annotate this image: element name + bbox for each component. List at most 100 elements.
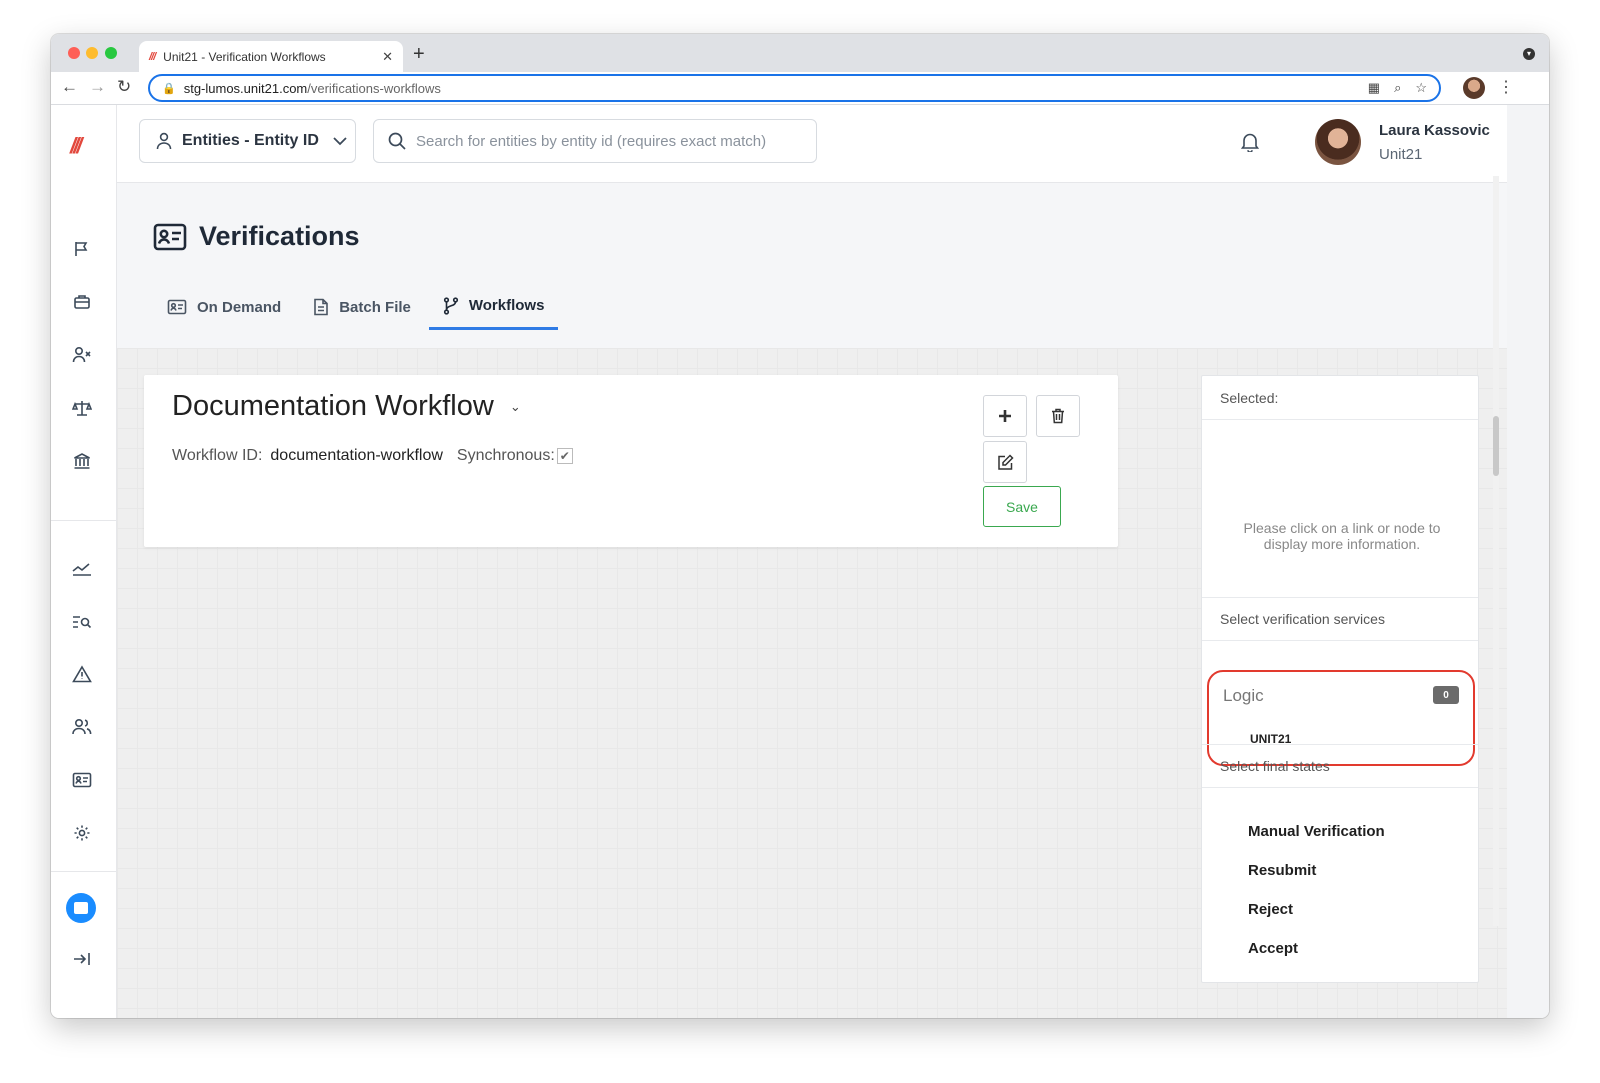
scale-icon[interactable] xyxy=(70,396,94,420)
page-title: Verifications xyxy=(199,221,360,251)
app-container: /// Entities - Entity ID Search for enti… xyxy=(51,105,1549,1018)
sidebar: /// xyxy=(51,105,117,1018)
workflow-meta: Workflow ID: documentation-workflow Sync… xyxy=(172,447,573,465)
browser-tab[interactable]: /// Unit21 - Verification Workflows ✕ xyxy=(139,41,403,72)
synchronous-label: Synchronous: xyxy=(456,447,555,464)
sidebar-divider xyxy=(51,871,117,872)
back-arrow-icon[interactable]: ← xyxy=(61,77,78,97)
tab-batch-file[interactable]: Batch File xyxy=(299,284,425,330)
lock-icon: 🔒 xyxy=(162,82,176,95)
search-icon xyxy=(388,132,406,150)
scrollbar-thumb[interactable] xyxy=(1493,416,1499,476)
user-org: Unit21 xyxy=(1379,146,1423,163)
panel-info-text: Please click on a link or node to displa… xyxy=(1243,520,1441,552)
final-states-header: Select final states xyxy=(1202,744,1478,788)
chevron-down-icon: ⌄ xyxy=(509,398,521,414)
user-avatar[interactable] xyxy=(1315,119,1361,165)
entity-type-select[interactable]: Entities - Entity ID xyxy=(139,119,356,163)
zoom-icon[interactable]: ⌕ xyxy=(1394,80,1401,96)
search-list-icon[interactable] xyxy=(70,610,94,634)
chat-support-button[interactable] xyxy=(66,893,96,923)
id-card-icon[interactable] xyxy=(70,768,94,792)
maximize-window-button[interactable] xyxy=(105,47,117,59)
git-branch-icon xyxy=(443,296,458,315)
user-icon xyxy=(156,132,172,150)
workflow-select[interactable]: Documentation Workflow ⌄ xyxy=(172,390,521,423)
workflow-canvas[interactable]: Documentation Workflow ⌄ Workflow ID: do… xyxy=(117,348,1507,1018)
final-state-reject[interactable]: Reject xyxy=(1248,901,1293,918)
chat-icon xyxy=(74,902,88,914)
browser-window: /// Unit21 - Verification Workflows ✕ + … xyxy=(51,34,1549,1018)
details-panel: Selected: Please click on a link or node… xyxy=(1201,375,1479,983)
tab-on-demand[interactable]: On Demand xyxy=(153,284,295,330)
page-title-group: Verifications xyxy=(153,221,360,252)
close-window-button[interactable] xyxy=(68,47,80,59)
unit21-logo[interactable]: /// xyxy=(70,133,82,159)
sidebar-divider xyxy=(51,520,117,521)
id-card-icon xyxy=(167,299,187,315)
edit-workflow-button[interactable] xyxy=(983,441,1027,483)
expand-sidebar-icon[interactable] xyxy=(70,947,94,971)
id-card-icon xyxy=(153,223,187,250)
tab-label: On Demand xyxy=(197,298,282,316)
reload-icon[interactable]: ↻ xyxy=(117,77,131,97)
new-tab-button[interactable]: + xyxy=(413,43,425,66)
tab-label: Workflows xyxy=(468,297,545,314)
users-icon[interactable] xyxy=(70,715,94,739)
notification-bell-icon[interactable] xyxy=(1240,132,1260,157)
page-scrollbar[interactable] xyxy=(1493,176,1499,926)
logic-label: Logic xyxy=(1223,686,1264,705)
tab-search-icon[interactable]: ▾ xyxy=(1523,48,1535,60)
url-path: /verifications-workflows xyxy=(307,80,441,96)
workflow-card: Documentation Workflow ⌄ Workflow ID: do… xyxy=(144,375,1118,547)
plus-icon xyxy=(999,410,1011,422)
browser-menu-icon[interactable]: ⋮ xyxy=(1498,77,1514,97)
user-x-icon[interactable] xyxy=(70,343,94,367)
entity-select-label: Entities - Entity ID xyxy=(182,132,319,149)
unit21-favicon-icon: /// xyxy=(149,50,156,63)
file-icon xyxy=(314,298,328,316)
minimize-window-button[interactable] xyxy=(86,47,98,59)
tab-close-icon[interactable]: ✕ xyxy=(382,49,393,65)
browser-tab-bar: /// Unit21 - Verification Workflows ✕ + … xyxy=(51,34,1549,72)
verification-tabs: On Demand Batch File Workflows xyxy=(153,284,562,330)
logic-count-badge: 0 xyxy=(1433,686,1459,704)
forward-arrow-icon[interactable]: → xyxy=(89,77,106,97)
workflow-name: Documentation Workflow xyxy=(172,390,494,422)
alert-triangle-icon[interactable] xyxy=(70,662,94,686)
final-state-resubmit[interactable]: Resubmit xyxy=(1248,862,1316,879)
qr-code-icon[interactable]: ▦ xyxy=(1368,80,1380,96)
trash-icon xyxy=(1052,408,1064,424)
page-header: Verifications On Demand Batch File Workf… xyxy=(117,183,1507,348)
address-bar[interactable]: 🔒 stg-lumos.unit21.com/verifications-wor… xyxy=(148,74,1441,102)
user-name[interactable]: Laura Kassovic xyxy=(1379,122,1490,139)
gear-icon[interactable] xyxy=(70,821,94,845)
browser-toolbar: ← → ↻ 🔒 stg-lumos.unit21.com/verificatio… xyxy=(51,72,1549,105)
selected-header: Selected: xyxy=(1202,376,1478,420)
briefcase-icon[interactable] xyxy=(70,290,94,314)
services-header: Select verification services xyxy=(1202,597,1478,641)
save-button[interactable]: Save xyxy=(983,486,1061,527)
delete-workflow-button[interactable] xyxy=(1036,395,1080,437)
workflow-id-label: Workflow ID: xyxy=(172,447,263,464)
final-state-accept[interactable]: Accept xyxy=(1248,940,1298,957)
workflow-id-value: documentation-workflow xyxy=(270,447,443,464)
edit-icon xyxy=(997,453,1014,470)
chevron-down-icon xyxy=(333,136,347,145)
chart-icon[interactable] xyxy=(70,557,94,581)
search-input[interactable] xyxy=(416,132,816,150)
add-node-button[interactable] xyxy=(983,395,1027,437)
bookmark-star-icon[interactable]: ☆ xyxy=(1415,80,1427,96)
url-host: stg-lumos.unit21.com xyxy=(183,80,308,96)
bank-icon[interactable] xyxy=(70,449,94,473)
top-header: Entities - Entity ID Laura Kassovic Unit… xyxy=(117,105,1507,183)
flag-icon[interactable] xyxy=(70,237,94,261)
selected-label: Selected: xyxy=(1220,389,1279,406)
final-states-label: Select final states xyxy=(1220,758,1330,774)
browser-profile-avatar[interactable] xyxy=(1463,77,1485,99)
tab-title: Unit21 - Verification Workflows xyxy=(163,49,326,64)
tab-workflows[interactable]: Workflows xyxy=(428,284,559,330)
synchronous-checkbox[interactable]: ✔ xyxy=(556,448,573,464)
final-state-manual-verification[interactable]: Manual Verification xyxy=(1248,823,1385,840)
services-label: Select verification services xyxy=(1220,611,1385,627)
